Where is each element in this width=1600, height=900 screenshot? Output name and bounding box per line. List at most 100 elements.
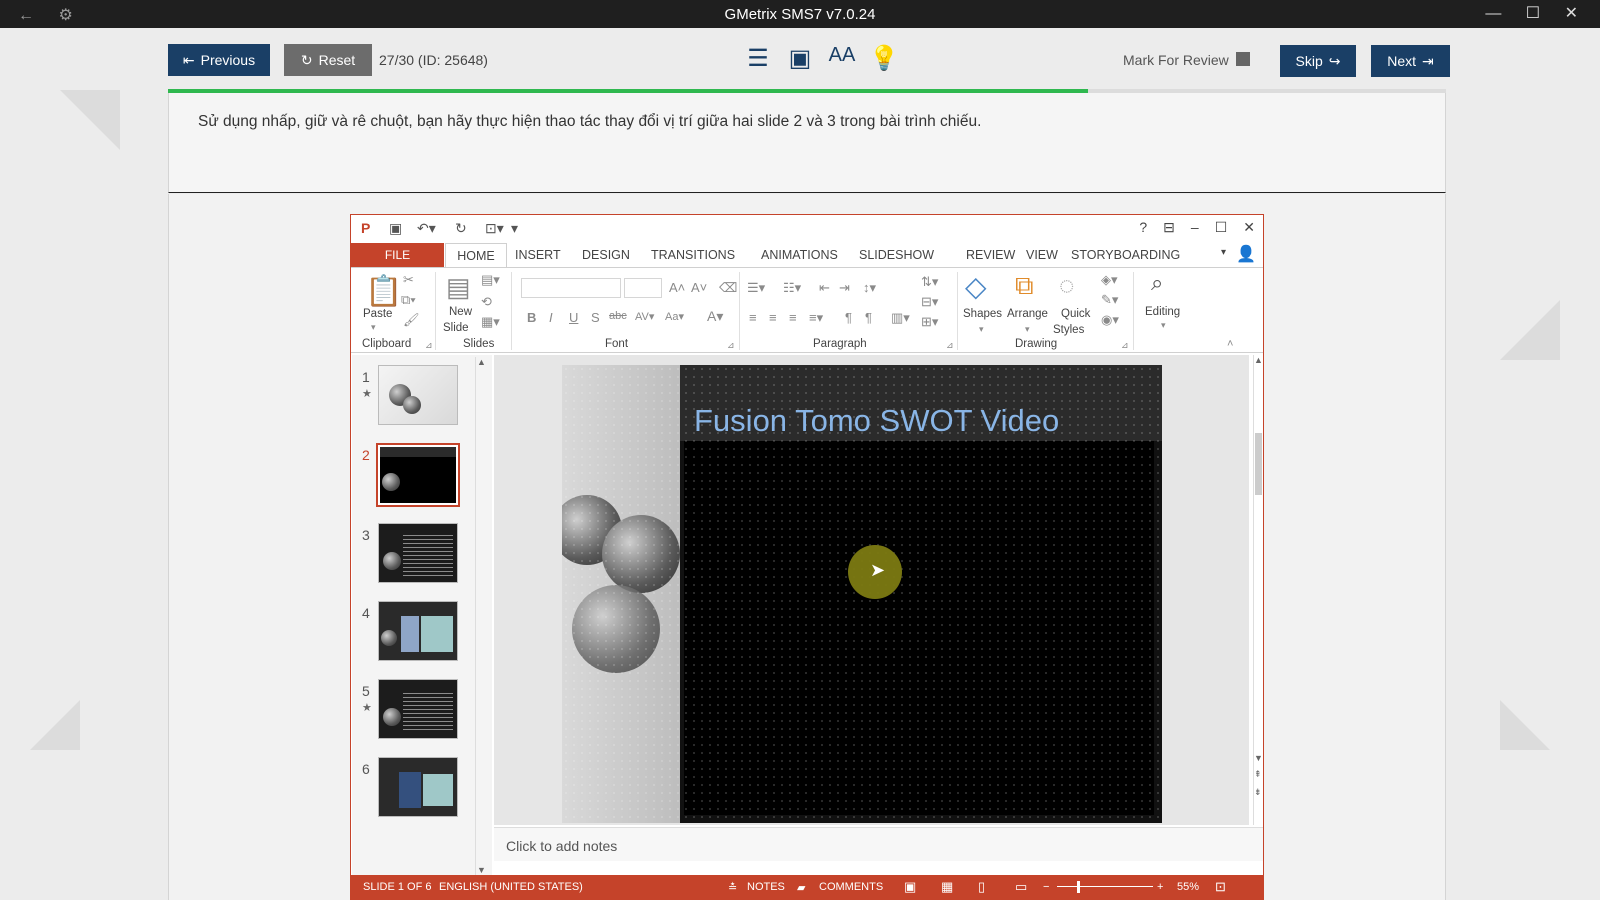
align-center-icon[interactable]: ≡ [769, 310, 777, 325]
slide-thumbnail[interactable] [378, 601, 458, 661]
ltr-icon[interactable]: ¶ [845, 310, 852, 325]
decrease-indent-icon[interactable]: ⇤ [819, 280, 830, 296]
tab-slideshow[interactable]: SLIDESHOW [859, 248, 934, 262]
increase-indent-icon[interactable]: ⇥ [839, 280, 850, 296]
list-icon[interactable]: ☰ [743, 44, 773, 73]
shapes-dropdown-icon[interactable]: ▾ [979, 324, 984, 335]
quick-styles-icon[interactable]: ◌ [1059, 270, 1074, 301]
shapes-icon[interactable]: ◇ [965, 270, 987, 303]
tab-insert[interactable]: INSERT [515, 248, 561, 262]
line-spacing-icon[interactable]: ↕▾ [863, 280, 876, 296]
clipboard-launcher-icon[interactable]: ⊿ [425, 340, 433, 351]
format-painter-icon[interactable]: 🖌 [403, 312, 420, 328]
shape-effects-icon[interactable]: ◉▾ [1101, 312, 1119, 328]
slide-thumbnail[interactable] [378, 523, 458, 583]
next-slide-icon[interactable]: ⇟ [1254, 787, 1262, 798]
change-case-icon[interactable]: Aa▾ [665, 310, 684, 323]
paste-icon[interactable]: 📋 [365, 274, 402, 309]
previous-button[interactable]: ⇤ Previous [168, 44, 270, 76]
scroll-thumb[interactable] [1255, 433, 1262, 495]
tab-design[interactable]: DESIGN [582, 248, 630, 262]
lightbulb-icon[interactable]: 💡 [869, 44, 899, 73]
slide-thumbnail[interactable] [378, 679, 458, 739]
help-icon[interactable]: ? [1139, 219, 1147, 236]
drawing-launcher-icon[interactable]: ⊿ [1121, 340, 1129, 351]
new-slide-icon[interactable]: ▤ [446, 272, 471, 303]
align-right-icon[interactable]: ≡ [789, 310, 797, 325]
close-icon[interactable]: ✕ [1243, 219, 1255, 236]
collapse-ribbon-icon[interactable]: ˄ [1227, 338, 1233, 350]
skip-button[interactable]: Skip ↪ [1280, 45, 1356, 77]
cut-icon[interactable]: ✂ [403, 272, 414, 288]
clear-formatting-icon[interactable]: ⌫ [719, 280, 737, 296]
align-text-icon[interactable]: ⊟▾ [921, 294, 938, 310]
maximize-icon[interactable]: ☐ [1526, 3, 1540, 23]
comments-icon[interactable]: ▰ [797, 881, 805, 894]
rtl-icon[interactable]: ¶ [865, 310, 872, 325]
font-name-input[interactable] [521, 278, 621, 298]
fit-to-window-icon[interactable]: ⊡ [1215, 879, 1226, 895]
paragraph-launcher-icon[interactable]: ⊿ [946, 340, 954, 351]
present-icon[interactable]: ⊡▾ [485, 220, 504, 237]
scroll-down-icon[interactable]: ▼ [1254, 753, 1263, 763]
thumbnail-scrollbar[interactable]: ▲ ▼ [475, 357, 489, 875]
columns-icon[interactable]: ▥▾ [891, 310, 910, 326]
reading-view-icon[interactable]: ▯ [978, 879, 985, 895]
editing-dropdown-icon[interactable]: ▾ [1161, 320, 1166, 331]
italic-icon[interactable]: I [549, 310, 553, 325]
font-size-input[interactable] [624, 278, 662, 298]
tab-file[interactable]: FILE [351, 243, 444, 267]
zoom-slider-track[interactable] [1057, 886, 1153, 887]
scroll-up-icon[interactable]: ▲ [477, 357, 486, 367]
numbering-icon[interactable]: ☷▾ [783, 280, 801, 296]
zoom-in-icon[interactable]: + [1157, 881, 1163, 893]
slide-sorter-icon[interactable]: ▦ [941, 879, 953, 895]
minimize-icon[interactable]: – [1191, 219, 1199, 236]
slide-scrollbar[interactable]: ▲ ▼ ⇞ ⇟ [1253, 355, 1263, 825]
shape-fill-icon[interactable]: ◈▾ [1101, 272, 1118, 288]
slide-thumbnail-selected[interactable] [376, 443, 460, 507]
grow-font-icon[interactable]: A˄ [669, 280, 685, 295]
copy-icon[interactable]: ⧉▾ [401, 292, 416, 308]
shape-outline-icon[interactable]: ✎▾ [1101, 292, 1118, 308]
tab-view[interactable]: VIEW [1026, 248, 1058, 262]
reset-button[interactable]: ↻ Reset [284, 44, 372, 76]
paste-dropdown-icon[interactable]: ▾ [371, 322, 376, 333]
save-icon[interactable]: ▣ [389, 220, 402, 237]
maximize-icon[interactable]: ☐ [1215, 219, 1228, 236]
notes-pane[interactable]: Click to add notes [494, 827, 1263, 861]
font-launcher-icon[interactable]: ⊿ [727, 340, 735, 351]
character-spacing-icon[interactable]: AV▾ [635, 310, 654, 323]
slide-title[interactable]: Fusion Tomo SWOT Video [694, 403, 1059, 439]
minimize-icon[interactable]: — [1485, 5, 1501, 23]
undo-icon[interactable]: ↶▾ [417, 220, 436, 237]
tab-storyboarding[interactable]: STORYBOARDING [1071, 248, 1180, 262]
slideshow-view-icon[interactable]: ▭ [1015, 879, 1027, 895]
tab-transitions[interactable]: TRANSITIONS [651, 248, 735, 262]
zoom-out-icon[interactable]: − [1043, 881, 1049, 893]
shrink-font-icon[interactable]: A˅ [691, 280, 707, 295]
save-icon[interactable]: ▣ [785, 44, 815, 73]
notes-button[interactable]: NOTES [747, 881, 785, 893]
justify-icon[interactable]: ≡▾ [809, 310, 823, 326]
tab-review[interactable]: REVIEW [966, 248, 1015, 262]
font-color-icon[interactable]: A▾ [707, 308, 723, 325]
tab-home[interactable]: HOME [445, 243, 507, 268]
mark-for-review-checkbox[interactable] [1236, 52, 1250, 66]
redo-icon[interactable]: ↻ [455, 220, 467, 237]
scroll-down-icon[interactable]: ▼ [477, 865, 486, 875]
notes-icon[interactable]: ≛ [728, 881, 737, 894]
ribbon-options-icon[interactable]: ▾ [1221, 247, 1226, 258]
zoom-level[interactable]: 55% [1177, 881, 1199, 893]
normal-view-icon[interactable]: ▣ [904, 879, 916, 895]
tab-animations[interactable]: ANIMATIONS [761, 248, 838, 262]
arrange-dropdown-icon[interactable]: ▾ [1025, 324, 1030, 335]
zoom-slider-thumb[interactable] [1077, 881, 1080, 893]
comments-button[interactable]: COMMENTS [819, 881, 883, 893]
arrange-icon[interactable]: ⧉ [1015, 270, 1034, 302]
text-direction-icon[interactable]: ⇅▾ [921, 274, 938, 290]
bullets-icon[interactable]: ☰▾ [747, 280, 765, 296]
scroll-up-icon[interactable]: ▲ [1254, 355, 1263, 365]
layout-icon[interactable]: ▤▾ [481, 272, 500, 288]
smartart-icon[interactable]: ⊞▾ [921, 314, 938, 330]
